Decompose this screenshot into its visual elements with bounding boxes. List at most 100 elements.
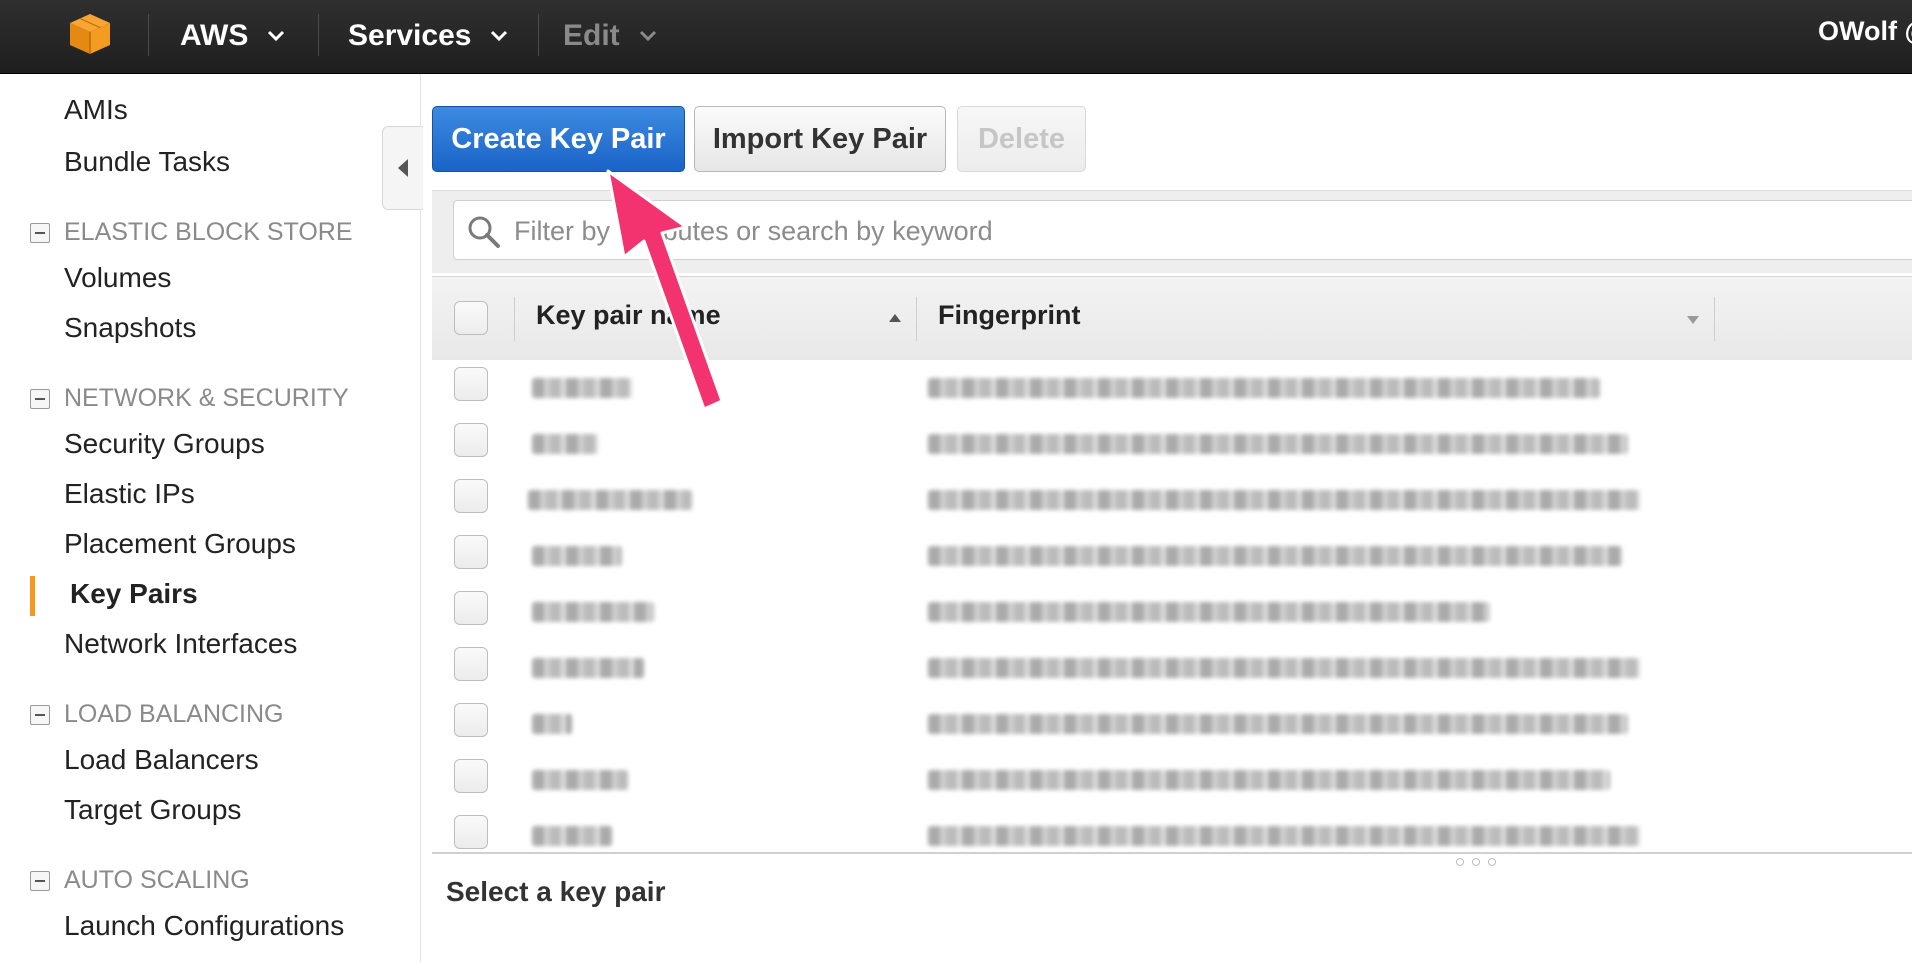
edit-menu-label: Edit [563, 19, 620, 52]
delete-button[interactable]: Delete [957, 106, 1086, 172]
aws-menu-label: AWS [180, 19, 249, 52]
key-pair-name-cell [528, 490, 692, 510]
collapse-section-icon[interactable] [30, 388, 50, 409]
row-checkbox[interactable] [454, 815, 488, 849]
sidebar-item-network-interfaces[interactable]: Network Interfaces [64, 628, 297, 660]
fingerprint-cell [928, 714, 1628, 734]
search-input[interactable] [512, 209, 1896, 253]
fingerprint-cell [928, 826, 1640, 846]
column-separator [1714, 297, 1715, 341]
table-row[interactable] [432, 472, 1912, 529]
table-row[interactable] [432, 360, 1912, 417]
key-pair-name-cell [532, 602, 654, 622]
row-checkbox[interactable] [454, 367, 488, 401]
section-elastic-block-store: ELASTIC BLOCK STORE [30, 218, 353, 247]
sort-ascending-icon[interactable] [888, 313, 902, 323]
chevron-down-icon [268, 30, 285, 42]
key-pair-name-cell [532, 434, 598, 454]
row-checkbox[interactable] [454, 591, 488, 625]
sidebar-item-amis[interactable]: AMIs [64, 94, 128, 126]
column-separator [916, 297, 917, 341]
fingerprint-cell [928, 434, 1628, 454]
fingerprint-cell [928, 602, 1490, 622]
services-menu-label: Services [348, 19, 472, 52]
section-title: LOAD BALANCING [64, 700, 284, 728]
edit-menu[interactable]: Edit [563, 14, 658, 58]
row-checkbox[interactable] [454, 647, 488, 681]
table-bottom-border [432, 852, 1912, 854]
sidebar-item-snapshots[interactable]: Snapshots [64, 312, 196, 344]
collapse-section-icon[interactable] [30, 222, 50, 243]
fingerprint-cell [928, 658, 1640, 678]
resize-dot [1488, 858, 1496, 866]
row-checkbox[interactable] [454, 703, 488, 737]
sidebar-item-target-groups[interactable]: Target Groups [64, 794, 241, 826]
key-pair-name-cell [532, 378, 632, 398]
collapse-section-icon[interactable] [30, 704, 50, 725]
row-checkbox[interactable] [454, 479, 488, 513]
import-key-pair-button[interactable]: Import Key Pair [694, 106, 946, 172]
section-title: ELASTIC BLOCK STORE [64, 218, 353, 246]
table-row[interactable] [432, 584, 1912, 641]
row-checkbox[interactable] [454, 535, 488, 569]
fingerprint-cell [928, 770, 1610, 790]
column-header-fingerprint[interactable]: Fingerprint [938, 300, 1081, 331]
key-pair-name-cell [532, 770, 628, 790]
section-load-balancing: LOAD BALANCING [30, 700, 284, 729]
fingerprint-cell [928, 546, 1622, 566]
search-box [453, 200, 1912, 260]
sidebar-item-key-pairs[interactable]: Key Pairs [70, 578, 198, 610]
table-row[interactable] [432, 808, 1912, 852]
collapse-sidebar-button[interactable] [382, 126, 423, 210]
section-auto-scaling: AUTO SCALING [30, 866, 250, 895]
row-checkbox[interactable] [454, 423, 488, 457]
topbar-divider [538, 14, 539, 56]
table-row[interactable] [432, 640, 1912, 697]
table-row[interactable] [432, 528, 1912, 585]
aws-cube-icon[interactable] [66, 12, 114, 56]
select-all-checkbox[interactable] [454, 301, 488, 335]
search-icon [468, 216, 500, 248]
resize-dot [1472, 858, 1480, 866]
section-network-security: NETWORK & SECURITY [30, 384, 349, 413]
top-navigation-bar: AWS Services Edit OWolf @ [0, 0, 1912, 74]
table-row[interactable] [432, 416, 1912, 473]
topbar-divider [148, 14, 149, 56]
section-title: NETWORK & SECURITY [64, 384, 349, 412]
column-header-key-pair-name[interactable]: Key pair name [536, 300, 721, 331]
sidebar-item-volumes[interactable]: Volumes [64, 262, 171, 294]
sidebar-item-load-balancers[interactable]: Load Balancers [64, 744, 259, 776]
active-indicator [30, 576, 35, 616]
table-row[interactable] [432, 752, 1912, 809]
user-account-menu[interactable]: OWolf @ [1818, 16, 1912, 47]
chevron-down-icon [639, 30, 656, 42]
chevron-left-icon [398, 159, 408, 177]
key-pair-name-cell [532, 546, 622, 566]
section-title: AUTO SCALING [64, 866, 250, 894]
create-key-pair-button[interactable]: Create Key Pair [432, 106, 685, 172]
key-pair-name-cell [532, 658, 644, 678]
column-separator [514, 297, 515, 341]
resize-dot [1456, 858, 1464, 866]
services-menu[interactable]: Services [348, 14, 509, 58]
detail-pane-placeholder: Select a key pair [446, 876, 666, 907]
topbar-divider [318, 14, 319, 56]
fingerprint-cell [928, 378, 1600, 398]
key-pair-name-cell [532, 826, 612, 846]
collapse-section-icon[interactable] [30, 870, 50, 891]
sidebar-navigation: AMIs Bundle Tasks ELASTIC BLOCK STORE Vo… [0, 74, 421, 962]
sidebar-item-elastic-ips[interactable]: Elastic IPs [64, 478, 195, 510]
sort-dropdown-icon[interactable] [1686, 315, 1700, 325]
key-pair-name-cell [532, 714, 572, 734]
sidebar-item-bundle-tasks[interactable]: Bundle Tasks [64, 146, 230, 178]
sidebar-item-placement-groups[interactable]: Placement Groups [64, 528, 296, 560]
table-row[interactable] [432, 696, 1912, 753]
chevron-down-icon [491, 30, 508, 42]
sidebar-item-security-groups[interactable]: Security Groups [64, 428, 265, 460]
table-header: Key pair name Fingerprint [432, 276, 1912, 361]
fingerprint-cell [928, 490, 1640, 510]
row-checkbox[interactable] [454, 759, 488, 793]
sidebar-item-launch-configurations[interactable]: Launch Configurations [64, 910, 344, 942]
panel-resize-handle[interactable] [1456, 858, 1496, 866]
aws-menu[interactable]: AWS [180, 14, 286, 58]
